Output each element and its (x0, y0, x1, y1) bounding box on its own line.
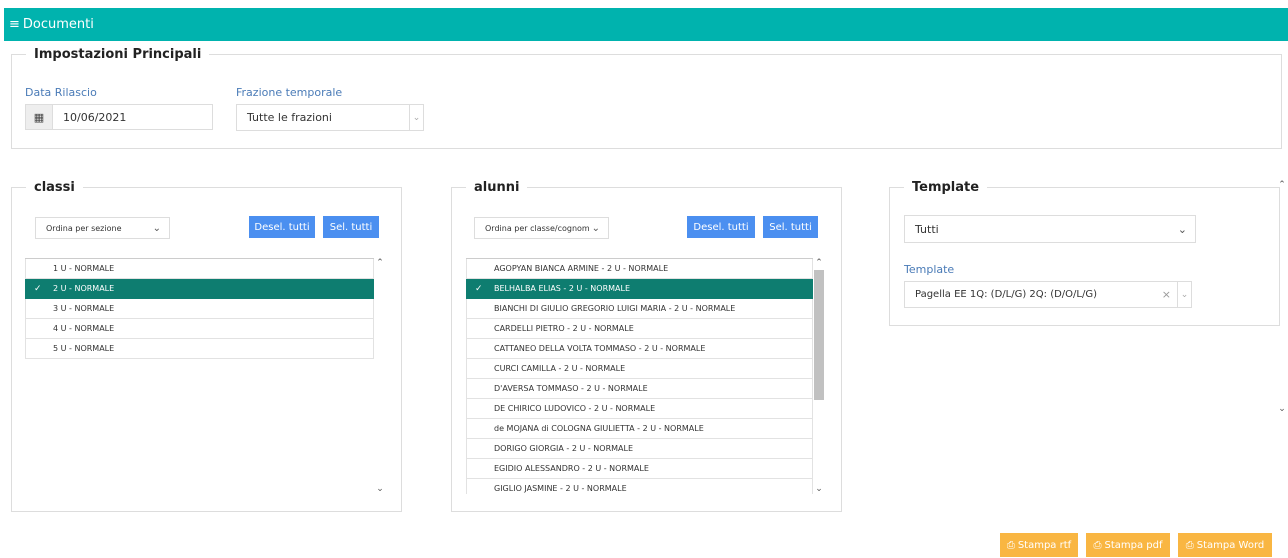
alunni-list-item-label: CATTANEO DELLA VOLTA TOMMASO - 2 U - NOR… (494, 344, 706, 353)
printer-icon: ⎙ (1006, 539, 1015, 551)
alunni-scrollbar[interactable]: ⌃ ⌄ (812, 258, 826, 494)
alunni-list-item[interactable]: BIANCHI DI GIULIO GREGORIO LUIGI MARIA -… (466, 299, 813, 319)
template-filter-value: Tutti (915, 222, 939, 236)
page-title: Documenti (22, 17, 94, 32)
period-select[interactable]: Tutte le frazioni ⌄ (236, 104, 424, 131)
template-value: Pagella EE 1Q: (D/L/G) 2Q: (D/O/L/G) (915, 289, 1097, 300)
alunni-list-item-label: BIANCHI DI GIULIO GREGORIO LUIGI MARIA -… (494, 304, 736, 313)
scroll-down-icon[interactable]: ⌄ (1276, 404, 1288, 414)
classi-list-item-label: 2 U - NORMALE (53, 284, 115, 293)
period-value: Tutte le frazioni (247, 111, 332, 124)
scroll-up-icon[interactable]: ⌃ (373, 258, 387, 268)
alunni-legend: alunni (474, 180, 520, 195)
print-pdf-label: Stampa pdf (1104, 539, 1163, 551)
alunni-list-item[interactable]: CATTANEO DELLA VOLTA TOMMASO - 2 U - NOR… (466, 339, 813, 359)
page-scrollbar[interactable]: ⌃ ⌄ (1276, 180, 1288, 414)
chevron-down-icon: ⌄ (1177, 222, 1187, 236)
classi-list-item-label: 1 U - NORMALE (53, 264, 115, 273)
chevron-down-icon[interactable]: ⌄ (409, 105, 423, 130)
scroll-thumb[interactable] (814, 270, 824, 400)
chevron-down-icon: ⌄ (591, 222, 600, 234)
date-value: 10/06/2021 (63, 110, 127, 124)
alunni-list-item[interactable]: AGOPYAN BIANCA ARMINE - 2 U - NORMALE (466, 259, 813, 279)
clear-icon[interactable]: × (1162, 288, 1171, 301)
alunni-list-item-label: CURCI CAMILLA - 2 U - NORMALE (494, 364, 626, 373)
printer-icon: ⎙ (1093, 539, 1102, 551)
template-label: Template (904, 263, 955, 276)
printer-icon: ⎙ (1185, 539, 1194, 551)
classi-select-all-button[interactable]: Sel. tutti (323, 216, 379, 238)
print-rtf-label: Stampa rtf (1017, 539, 1072, 551)
scroll-up-icon[interactable]: ⌃ (812, 258, 826, 268)
alunni-list-item-label: BELHALBA ELIAS - 2 U - NORMALE (494, 284, 631, 293)
classi-list-item-label: 4 U - NORMALE (53, 324, 115, 333)
print-pdf-button[interactable]: ⎙ Stampa pdf (1086, 533, 1170, 557)
settings-panel: Impostazioni Principali (11, 47, 1282, 149)
alunni-list-item[interactable]: CARDELLI PIETRO - 2 U - NORMALE (466, 319, 813, 339)
alunni-list-item[interactable]: EGIDIO ALESSANDRO - 2 U - NORMALE (466, 459, 813, 479)
alunni-list-item[interactable]: DE CHIRICO LUDOVICO - 2 U - NORMALE (466, 399, 813, 419)
classi-legend: classi (34, 180, 75, 195)
alunni-list-item-label: GIGLIO JASMINE - 2 U - NORMALE (494, 484, 627, 493)
classi-list-item[interactable]: 4 U - NORMALE (25, 319, 374, 339)
alunni-list-item-label: DE CHIRICO LUDOVICO - 2 U - NORMALE (494, 404, 656, 413)
page-header: ≡ Documenti (4, 8, 1288, 41)
scroll-up-icon[interactable]: ⌃ (1276, 180, 1288, 190)
alunni-sort-value: Ordina per classe/cognom (485, 223, 590, 233)
classi-list-item[interactable]: 3 U - NORMALE (25, 299, 374, 319)
template-filter-select[interactable]: Tutti ⌄ (904, 215, 1196, 243)
alunni-list: AGOPYAN BIANCA ARMINE - 2 U - NORMALE ✓ BE… (466, 258, 813, 494)
print-word-label: Stampa Word (1196, 539, 1265, 551)
print-rtf-button[interactable]: ⎙ Stampa rtf (1000, 533, 1078, 557)
check-icon: ✓ (34, 283, 42, 294)
scroll-down-icon[interactable]: ⌄ (373, 484, 387, 494)
template-legend: Template (912, 180, 980, 195)
classi-list-item-label: 3 U - NORMALE (53, 304, 115, 313)
alunni-list-item[interactable]: CURCI CAMILLA - 2 U - NORMALE (466, 359, 813, 379)
classi-sort-select[interactable]: Ordina per sezione ⌄ (35, 217, 170, 239)
alunni-list-item-label: D'AVERSA TOMMASO - 2 U - NORMALE (494, 384, 648, 393)
alunni-list-item[interactable]: GIGLIO JASMINE - 2 U - NORMALE (466, 479, 813, 494)
settings-legend: Impostazioni Principali (34, 47, 202, 62)
alunni-list-item[interactable]: de MOJANA di COLOGNA GIULIETTA - 2 U - N… (466, 419, 813, 439)
classi-deselect-all-button[interactable]: Desel. tutti (249, 216, 315, 238)
period-label: Frazione temporale (236, 86, 343, 99)
date-field[interactable]: ▦ 10/06/2021 (25, 104, 213, 130)
classi-list: 1 U - NORMALE ✓ 2 U - NORMALE 3 U - NORMALE… (25, 258, 374, 359)
classi-list-item[interactable]: ✓ 2 U - NORMALE (25, 279, 374, 299)
alunni-select-all-button[interactable]: Sel. tutti (763, 216, 818, 238)
print-word-button[interactable]: ⎙ Stampa Word (1178, 533, 1272, 557)
classi-scrollbar[interactable]: ⌃ ⌄ (373, 258, 387, 494)
calendar-icon[interactable]: ▦ (26, 105, 53, 129)
date-label: Data Rilascio (25, 86, 97, 99)
alunni-list-item[interactable]: ✓ BELHALBA ELIAS - 2 U - NORMALE (466, 279, 813, 299)
alunni-list-item[interactable]: D'AVERSA TOMMASO - 2 U - NORMALE (466, 379, 813, 399)
template-select[interactable]: Pagella EE 1Q: (D/L/G) 2Q: (D/O/L/G) × ⌄ (904, 281, 1192, 308)
chevron-down-icon: ⌄ (152, 222, 161, 234)
chevron-down-icon[interactable]: ⌄ (1177, 282, 1191, 307)
alunni-list-item[interactable]: DORIGO GIORGIA - 2 U - NORMALE (466, 439, 813, 459)
alunni-list-item-label: EGIDIO ALESSANDRO - 2 U - NORMALE (494, 464, 649, 473)
alunni-list-item-label: de MOJANA di COLOGNA GIULIETTA - 2 U - N… (494, 424, 704, 433)
classi-list-item[interactable]: 5 U - NORMALE (25, 339, 374, 359)
alunni-deselect-all-button[interactable]: Desel. tutti (687, 216, 755, 238)
alunni-list-item-label: CARDELLI PIETRO - 2 U - NORMALE (494, 324, 634, 333)
scroll-down-icon[interactable]: ⌄ (812, 484, 826, 494)
alunni-sort-select[interactable]: Ordina per classe/cognom ⌄ (474, 217, 609, 239)
list-icon: ≡ (9, 17, 20, 32)
check-icon: ✓ (475, 283, 483, 294)
classi-list-item-label: 5 U - NORMALE (53, 344, 115, 353)
alunni-list-item-label: AGOPYAN BIANCA ARMINE - 2 U - NORMALE (494, 264, 669, 273)
classi-sort-value: Ordina per sezione (46, 223, 122, 233)
alunni-list-item-label: DORIGO GIORGIA - 2 U - NORMALE (494, 444, 634, 453)
classi-list-item[interactable]: 1 U - NORMALE (25, 259, 374, 279)
